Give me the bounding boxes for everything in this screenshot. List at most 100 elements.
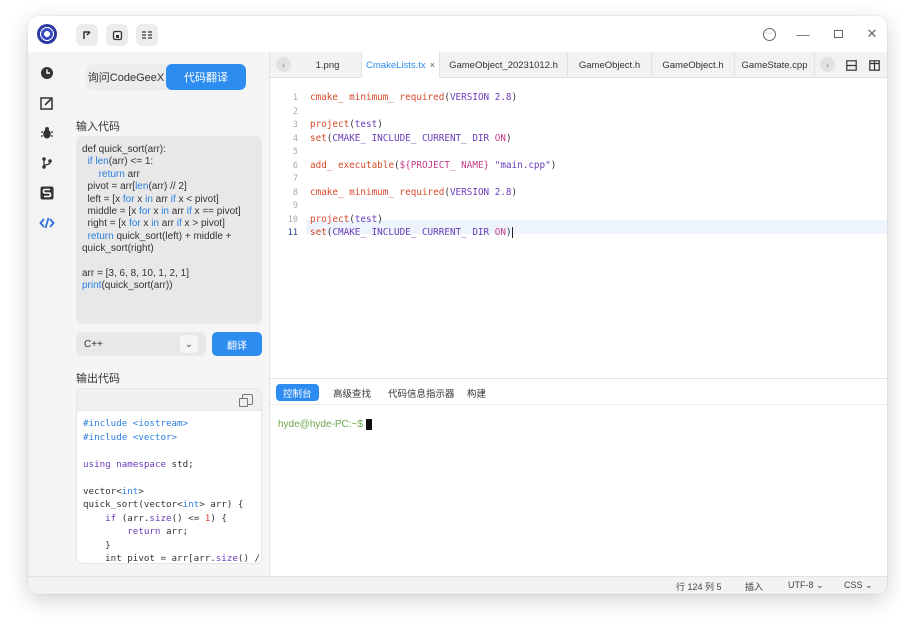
- code-line: project(test): [310, 119, 383, 130]
- tab-code-info-indicator[interactable]: 代码信息指示器: [381, 384, 462, 401]
- terminal[interactable]: hyde@hyde-PC:~$: [278, 419, 372, 430]
- ide-window: ··· — ✕ 询问CodeGeeX 代码翻译 输入代码 def quick_s…: [28, 16, 887, 594]
- input-code-line: return arr: [98, 168, 140, 180]
- editor-tab[interactable]: GameObject.h: [652, 52, 735, 78]
- debug-icon: [112, 30, 122, 40]
- debug-button[interactable]: [106, 24, 128, 46]
- editor-tab-label: CmakeLists.tx: [366, 59, 426, 71]
- layout-icon[interactable]: [867, 58, 881, 72]
- line-number: 4: [292, 133, 298, 144]
- build-icon: [142, 30, 152, 39]
- line-number: 1: [292, 93, 298, 103]
- input-code-line: quick_sort(right): [82, 243, 154, 255]
- minimize-button[interactable]: —: [792, 25, 814, 43]
- terminal-cursor: [365, 419, 372, 430]
- edit-icon[interactable]: [38, 94, 56, 112]
- cursor-position[interactable]: 行 124 列 5: [676, 580, 722, 593]
- output-code-header: [77, 389, 261, 411]
- code-editor[interactable]: 1 2 3 4 5 6 7 8 9 10 11 cmake_ minimum_ required(V…: [270, 78, 887, 378]
- language-mode-select[interactable]: CSS ⌄: [844, 580, 873, 591]
- text-cursor: [511, 227, 513, 238]
- status-bar: 行 124 列 5 插入 UTF-8 ⌄ CSS ⌄: [28, 576, 887, 594]
- editor-tab[interactable]: 1.png: [294, 52, 362, 78]
- bottom-panel: 控制台 高级查找 代码信息指示器 构建 hyde@hyde-PC:~$: [270, 378, 887, 576]
- editor-tab-label: GameObject.h: [662, 59, 724, 71]
- chevron-down-icon: ⌄: [865, 580, 873, 590]
- split-editor-icon[interactable]: [844, 58, 858, 72]
- line-number: 10: [287, 214, 298, 225]
- bug-icon[interactable]: [38, 124, 56, 142]
- editor-tab[interactable]: CmakeLists.tx ×: [362, 52, 440, 78]
- maximize-button[interactable]: [827, 25, 849, 43]
- line-number: 2: [292, 106, 298, 117]
- code-line: set(CMAKE_ INCLUDE_ CURRENT_ DIR ON): [310, 227, 513, 238]
- output-code-line: }: [83, 539, 111, 551]
- output-code-line: quick_sort(vector<int> arr) {: [83, 499, 244, 510]
- line-number: 11: [287, 228, 298, 238]
- input-code-line: [82, 256, 256, 268]
- output-code-line: [83, 471, 255, 485]
- s-icon[interactable]: [38, 184, 56, 202]
- copy-icon[interactable]: [239, 394, 253, 407]
- tab-advanced-search[interactable]: 高级查找: [326, 384, 378, 401]
- tab-build[interactable]: 构建: [460, 384, 493, 401]
- options-button[interactable]: ···: [758, 25, 780, 43]
- code-icon[interactable]: [38, 214, 56, 232]
- tab-scroll-left-icon[interactable]: ‹: [276, 57, 291, 72]
- tab-scroll-right-icon[interactable]: ›: [820, 57, 835, 72]
- input-code-title: 输入代码: [76, 121, 120, 133]
- encoding-value: UTF-8: [788, 580, 814, 590]
- code-line: add_ executable(${PROJECT_ NAME} "main.c…: [310, 159, 557, 171]
- target-language-value: C++: [84, 338, 103, 350]
- output-code-line: using namespace std;: [83, 458, 194, 470]
- output-code-box: #include <iostream> #include <vector> usi…: [76, 388, 262, 564]
- encoding-select[interactable]: UTF-8 ⌄: [788, 580, 824, 591]
- history-icon[interactable]: [38, 64, 56, 82]
- input-code-line: return quick_sort(left) + middle +: [87, 230, 232, 242]
- editor-tab[interactable]: GameObject.h: [568, 52, 652, 78]
- tab-code-translate[interactable]: 代码翻译: [166, 64, 246, 90]
- chevron-down-icon: ⌄: [816, 580, 824, 590]
- run-button[interactable]: [76, 24, 98, 46]
- line-number: 6: [292, 160, 298, 171]
- close-tab-icon[interactable]: ×: [430, 60, 435, 70]
- close-button[interactable]: ✕: [861, 25, 883, 43]
- insert-mode[interactable]: 插入: [745, 580, 763, 593]
- input-code-line: middle = [x for x in arr if x == pivot]: [82, 206, 241, 218]
- input-code-line: arr = [3, 6, 8, 10, 1, 2, 1]: [82, 268, 190, 280]
- output-code-line: #include <iostream>: [83, 418, 189, 429]
- app-logo-icon[interactable]: [37, 24, 57, 44]
- editor-tab[interactable]: GameState.cpp: [735, 52, 815, 78]
- bottom-tab-bar: 控制台 高级查找 代码信息指示器 构建: [270, 379, 887, 405]
- input-code-line: def quick_sort(arr):: [82, 144, 166, 155]
- output-code-line: [83, 444, 255, 458]
- output-code-text: #include <iostream> #include <vector> usi…: [77, 411, 261, 563]
- output-code-line: return arr;: [127, 526, 189, 537]
- line-number: 9: [292, 201, 298, 211]
- output-code-title: 输出代码: [76, 373, 120, 385]
- editor-tab-label: GameObject.h: [578, 59, 641, 71]
- build-button[interactable]: [136, 24, 158, 46]
- code-line: cmake_ minimum_ required(VERSION 2.8): [310, 186, 518, 198]
- line-number: 8: [292, 187, 298, 198]
- editor-tab-label: GameState.cpp: [741, 59, 808, 71]
- close-icon: ✕: [866, 26, 878, 41]
- input-code-line: pivot = arr[len(arr) // 2]: [82, 181, 187, 193]
- title-bar: ··· — ✕: [28, 16, 887, 52]
- input-code-editor[interactable]: def quick_sort(arr): if len(arr) <= 1: r…: [76, 136, 262, 324]
- tab-console[interactable]: 控制台: [276, 384, 319, 401]
- line-number: 7: [292, 174, 298, 184]
- tab-ask-codegeex[interactable]: 询问CodeGeeX: [86, 64, 166, 90]
- maximize-icon: [833, 30, 843, 38]
- line-number: 5: [292, 147, 298, 157]
- output-code-line: vector<int>: [83, 485, 144, 497]
- target-language-select[interactable]: C++ ⌄: [76, 332, 206, 356]
- translate-button[interactable]: 翻译: [212, 332, 262, 356]
- code-line: set(CMAKE_ INCLUDE_ CURRENT_ DIR ON): [310, 132, 512, 144]
- terminal-prompt-user: hyde@hyde-PC:~$: [278, 419, 363, 431]
- git-icon[interactable]: [38, 154, 56, 172]
- chevron-down-icon: ⌄: [180, 335, 198, 353]
- line-number-gutter: 1 2 3 4 5 6 7 8 9 10 11: [270, 78, 306, 378]
- options-icon: ···: [762, 27, 776, 41]
- editor-tab[interactable]: GameObject_20231012.h: [440, 52, 568, 78]
